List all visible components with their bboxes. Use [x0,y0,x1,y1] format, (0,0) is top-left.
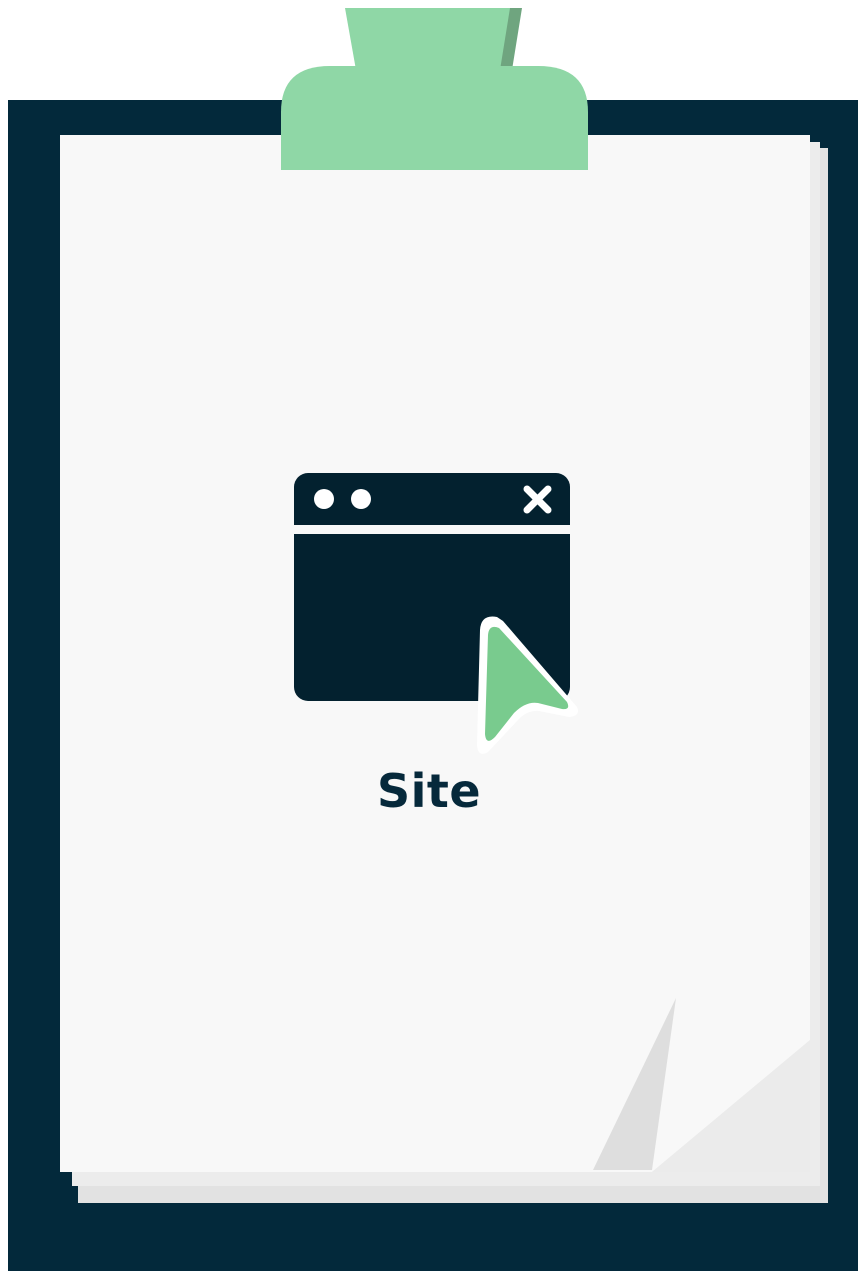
clip-base [281,66,588,170]
window-dot-icon [314,489,334,509]
clipboard-illustration [8,8,858,1271]
clip-top [345,8,510,70]
site-label: Site [376,764,482,818]
window-dot-icon [351,489,371,509]
